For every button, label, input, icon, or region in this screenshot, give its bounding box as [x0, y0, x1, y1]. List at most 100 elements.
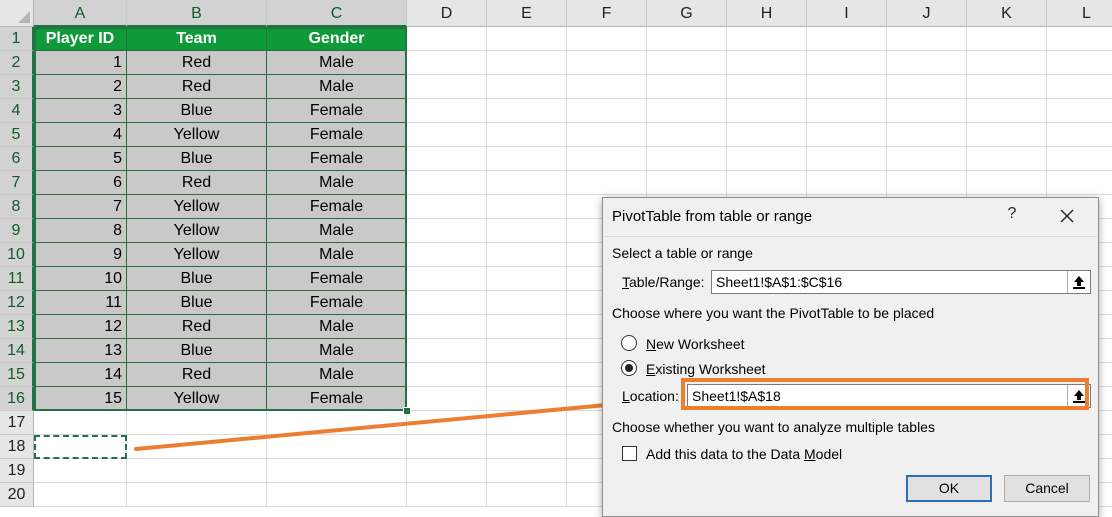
select-all-corner[interactable] — [0, 0, 34, 27]
table-data-cell[interactable]: Red — [127, 363, 267, 387]
location-collapse-button[interactable] — [1067, 385, 1090, 407]
row-header-3[interactable]: 3 — [0, 75, 34, 99]
table-data-cell[interactable]: 11 — [34, 291, 127, 315]
cell[interactable] — [727, 75, 807, 99]
cell[interactable] — [487, 387, 567, 411]
cell[interactable] — [567, 171, 647, 195]
column-header-e[interactable]: E — [487, 0, 567, 27]
table-data-cell[interactable]: Red — [127, 51, 267, 75]
row-header-10[interactable]: 10 — [0, 243, 34, 267]
table-range-input[interactable]: Sheet1!$A$1:$C$16 — [711, 270, 1091, 294]
cell[interactable] — [407, 219, 487, 243]
cell[interactable] — [567, 51, 647, 75]
cell[interactable] — [127, 435, 267, 459]
table-data-cell[interactable]: 5 — [34, 147, 127, 171]
cell[interactable] — [647, 27, 727, 51]
cell[interactable] — [487, 411, 567, 435]
cell[interactable] — [807, 27, 887, 51]
cell[interactable] — [727, 123, 807, 147]
cell[interactable] — [127, 411, 267, 435]
table-data-cell[interactable]: Yellow — [127, 195, 267, 219]
cell[interactable] — [647, 147, 727, 171]
cell[interactable] — [487, 219, 567, 243]
cell[interactable] — [487, 171, 567, 195]
cell[interactable] — [1047, 123, 1112, 147]
table-data-cell[interactable]: Female — [267, 291, 407, 315]
table-data-cell[interactable]: Female — [267, 99, 407, 123]
row-header-9[interactable]: 9 — [0, 219, 34, 243]
cell[interactable] — [727, 99, 807, 123]
cell[interactable] — [487, 363, 567, 387]
cell[interactable] — [407, 147, 487, 171]
table-data-cell[interactable]: 10 — [34, 267, 127, 291]
row-header-2[interactable]: 2 — [0, 51, 34, 75]
table-data-cell[interactable]: Female — [267, 267, 407, 291]
cell[interactable] — [1047, 27, 1112, 51]
cell[interactable] — [807, 51, 887, 75]
row-header-14[interactable]: 14 — [0, 339, 34, 363]
cell[interactable] — [34, 459, 127, 483]
row-header-1[interactable]: 1 — [0, 27, 34, 51]
cell[interactable] — [887, 51, 967, 75]
cell[interactable] — [487, 483, 567, 507]
table-data-cell[interactable]: 13 — [34, 339, 127, 363]
cell[interactable] — [407, 51, 487, 75]
table-data-cell[interactable]: Yellow — [127, 219, 267, 243]
table-data-cell[interactable]: Female — [267, 147, 407, 171]
cell[interactable] — [967, 51, 1047, 75]
row-header-11[interactable]: 11 — [0, 267, 34, 291]
cell[interactable] — [1047, 171, 1112, 195]
existing-worksheet-radio[interactable] — [621, 360, 637, 376]
table-data-cell[interactable]: Yellow — [127, 123, 267, 147]
row-header-5[interactable]: 5 — [0, 123, 34, 147]
table-data-cell[interactable]: Male — [267, 363, 407, 387]
cell[interactable] — [967, 171, 1047, 195]
column-header-h[interactable]: H — [727, 0, 807, 27]
cell[interactable] — [407, 75, 487, 99]
cell[interactable] — [967, 27, 1047, 51]
table-data-cell[interactable]: 6 — [34, 171, 127, 195]
row-header-18[interactable]: 18 — [0, 435, 34, 459]
cell[interactable] — [967, 99, 1047, 123]
column-header-b[interactable]: B — [127, 0, 267, 27]
cell[interactable] — [887, 27, 967, 51]
cell[interactable] — [807, 75, 887, 99]
cell[interactable] — [1047, 51, 1112, 75]
table-data-cell[interactable]: 3 — [34, 99, 127, 123]
cell[interactable] — [647, 171, 727, 195]
row-header-17[interactable]: 17 — [0, 411, 34, 435]
cell[interactable] — [967, 123, 1047, 147]
cell[interactable] — [487, 147, 567, 171]
table-data-cell[interactable]: 14 — [34, 363, 127, 387]
cell[interactable] — [34, 483, 127, 507]
table-data-cell[interactable]: Yellow — [127, 243, 267, 267]
column-header-j[interactable]: J — [887, 0, 967, 27]
cell[interactable] — [487, 291, 567, 315]
existing-worksheet-label[interactable]: Existing Worksheet — [646, 361, 766, 377]
table-header-cell[interactable]: Team — [127, 27, 267, 51]
cell[interactable] — [407, 291, 487, 315]
cell[interactable] — [807, 171, 887, 195]
cell[interactable] — [407, 435, 487, 459]
cell[interactable] — [647, 123, 727, 147]
cell[interactable] — [967, 147, 1047, 171]
table-data-cell[interactable]: Blue — [127, 267, 267, 291]
cell[interactable] — [487, 51, 567, 75]
row-header-8[interactable]: 8 — [0, 195, 34, 219]
table-data-cell[interactable]: Red — [127, 75, 267, 99]
table-data-cell[interactable]: Red — [127, 171, 267, 195]
cell[interactable] — [487, 27, 567, 51]
table-data-cell[interactable]: 15 — [34, 387, 127, 411]
cell[interactable] — [567, 75, 647, 99]
cell[interactable] — [1047, 75, 1112, 99]
location-input[interactable]: Sheet1!$A$18 — [687, 384, 1091, 408]
cell[interactable] — [567, 123, 647, 147]
cell[interactable] — [407, 315, 487, 339]
table-data-cell[interactable]: Male — [267, 171, 407, 195]
cell[interactable] — [34, 411, 127, 435]
cell[interactable] — [647, 99, 727, 123]
column-header-g[interactable]: G — [647, 0, 727, 27]
row-header-6[interactable]: 6 — [0, 147, 34, 171]
cell[interactable] — [267, 411, 407, 435]
cell[interactable] — [407, 483, 487, 507]
